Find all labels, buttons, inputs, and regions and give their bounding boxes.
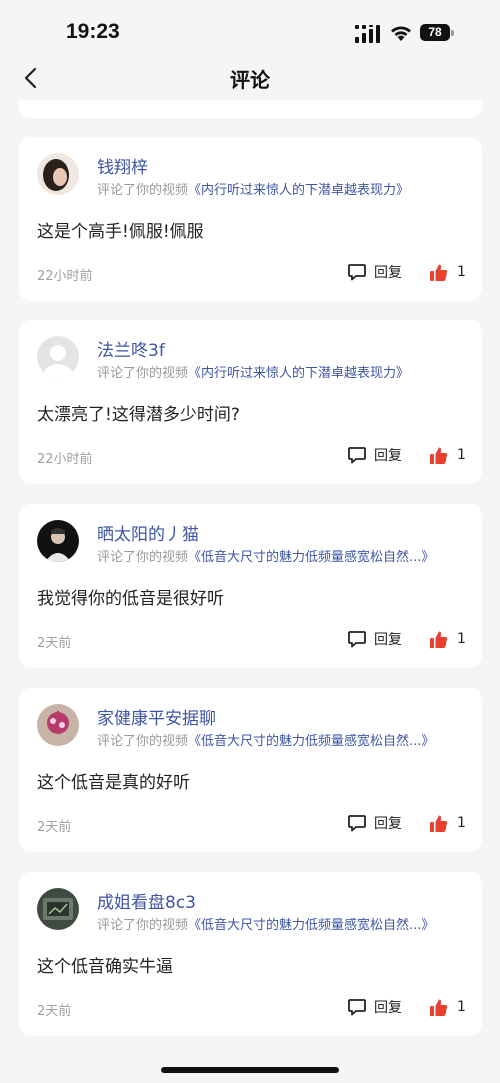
comment-meta: 评论了你的视频《内行听过来惊人的下潜卓越表现力》 — [97, 179, 477, 198]
comment-meta: 评论了你的视频《低音大尺寸的魅力低频量感宽松自然...》 — [97, 730, 477, 749]
comment-card: 成姐看盘8c3 评论了你的视频《低音大尺寸的魅力低频量感宽松自然...》 这个低… — [19, 872, 482, 1036]
like-button[interactable]: 1 — [429, 628, 466, 650]
reply-label: 回复 — [374, 816, 402, 832]
timestamp: 22小时前 — [37, 452, 93, 467]
avatar-image — [37, 520, 79, 562]
comment-meta: 评论了你的视频《低音大尺寸的魅力低频量感宽松自然...》 — [97, 546, 477, 565]
reply-button[interactable]: 回复 — [347, 261, 402, 283]
comment-card: 家健康平安据聊 评论了你的视频《低音大尺寸的魅力低频量感宽松自然...》 这个低… — [19, 688, 482, 852]
avatar[interactable] — [37, 888, 79, 930]
action-text: 评论了你的视频 — [97, 734, 189, 749]
like-count: 1 — [457, 631, 466, 647]
video-link[interactable]: 《低音大尺寸的魅力低频量感宽松自然...》 — [188, 550, 434, 565]
nav-bar: 评论 — [0, 60, 500, 96]
reply-label: 回复 — [374, 1000, 402, 1016]
username[interactable]: 成姐看盘8c3 — [97, 888, 196, 913]
video-link[interactable]: 《低音大尺寸的魅力低频量感宽松自然...》 — [188, 734, 434, 749]
reply-button[interactable]: 回复 — [347, 812, 402, 834]
comment-card: 晒太阳的丿猫 评论了你的视频《低音大尺寸的魅力低频量感宽松自然...》 我觉得你… — [19, 504, 482, 668]
video-link[interactable]: 《内行听过来惊人的下潜卓越表现力》 — [188, 183, 409, 198]
like-button[interactable]: 1 — [429, 996, 466, 1018]
status-bar: 19:23 78 — [0, 0, 500, 62]
home-indicator[interactable] — [161, 1067, 339, 1073]
comment-text: 太漂亮了!这得潜多少时间? — [37, 405, 240, 425]
comment-text: 这个低音确实牛逼 — [37, 957, 173, 977]
reply-button[interactable]: 回复 — [347, 628, 402, 650]
avatar[interactable] — [37, 520, 79, 562]
reply-button[interactable]: 回复 — [347, 996, 402, 1018]
action-text: 评论了你的视频 — [97, 183, 189, 198]
comment-bubble-icon — [348, 815, 366, 832]
like-button[interactable]: 1 — [429, 444, 466, 466]
timestamp: 2天前 — [37, 820, 72, 835]
comment-text: 这是个高手!佩服!佩服 — [37, 222, 204, 242]
comment-meta: 评论了你的视频《低音大尺寸的魅力低频量感宽松自然...》 — [97, 914, 477, 933]
reply-label: 回复 — [374, 632, 402, 648]
battery-indicator: 78 — [420, 24, 450, 41]
action-text: 评论了你的视频 — [97, 550, 189, 565]
thumbs-up-icon — [430, 447, 448, 464]
partial-comment-card — [19, 100, 482, 118]
username[interactable]: 晒太阳的丿猫 — [97, 520, 199, 545]
avatar-image — [37, 153, 79, 195]
comment-bubble-icon — [348, 447, 366, 464]
comment-meta: 评论了你的视频《内行听过来惊人的下潜卓越表现力》 — [97, 362, 477, 381]
username[interactable]: 钱翔梓 — [97, 153, 148, 178]
battery-tip — [451, 30, 454, 36]
reply-label: 回复 — [374, 265, 402, 281]
username[interactable]: 家健康平安据聊 — [97, 704, 216, 729]
comment-text: 这个低音是真的好听 — [37, 773, 190, 793]
cellular-signal-icon — [355, 25, 380, 43]
avatar-image — [37, 704, 79, 746]
like-button[interactable]: 1 — [429, 261, 466, 283]
like-button[interactable]: 1 — [429, 812, 466, 834]
default-avatar-icon — [37, 336, 79, 378]
like-count: 1 — [457, 815, 466, 831]
avatar-image — [37, 888, 79, 930]
thumbs-up-icon — [430, 815, 448, 832]
status-time: 19:23 — [66, 20, 120, 43]
comment-text: 我觉得你的低音是很好听 — [37, 589, 224, 609]
comment-card: 法兰咚3f 评论了你的视频《内行听过来惊人的下潜卓越表现力》 太漂亮了!这得潜多… — [19, 320, 482, 484]
avatar[interactable] — [37, 336, 79, 378]
thumbs-up-icon — [430, 999, 448, 1016]
avatar[interactable] — [37, 153, 79, 195]
timestamp: 2天前 — [37, 1004, 72, 1019]
like-count: 1 — [457, 999, 466, 1015]
comment-bubble-icon — [348, 631, 366, 648]
video-link[interactable]: 《内行听过来惊人的下潜卓越表现力》 — [188, 366, 409, 381]
thumbs-up-icon — [430, 264, 448, 281]
video-link[interactable]: 《低音大尺寸的魅力低频量感宽松自然...》 — [188, 918, 434, 933]
wifi-icon — [391, 26, 411, 41]
timestamp: 2天前 — [37, 636, 72, 651]
timestamp: 22小时前 — [37, 269, 93, 284]
action-text: 评论了你的视频 — [97, 918, 189, 933]
comment-card: 钱翔梓 评论了你的视频《内行听过来惊人的下潜卓越表现力》 这是个高手!佩服!佩服… — [19, 137, 482, 301]
like-count: 1 — [457, 264, 466, 280]
thumbs-up-icon — [430, 631, 448, 648]
comment-bubble-icon — [348, 999, 366, 1016]
like-count: 1 — [457, 447, 466, 463]
username[interactable]: 法兰咚3f — [97, 336, 165, 361]
comment-bubble-icon — [348, 264, 366, 281]
reply-label: 回复 — [374, 448, 402, 464]
page-title: 评论 — [230, 68, 270, 92]
avatar[interactable] — [37, 704, 79, 746]
action-text: 评论了你的视频 — [97, 366, 189, 381]
reply-button[interactable]: 回复 — [347, 444, 402, 466]
